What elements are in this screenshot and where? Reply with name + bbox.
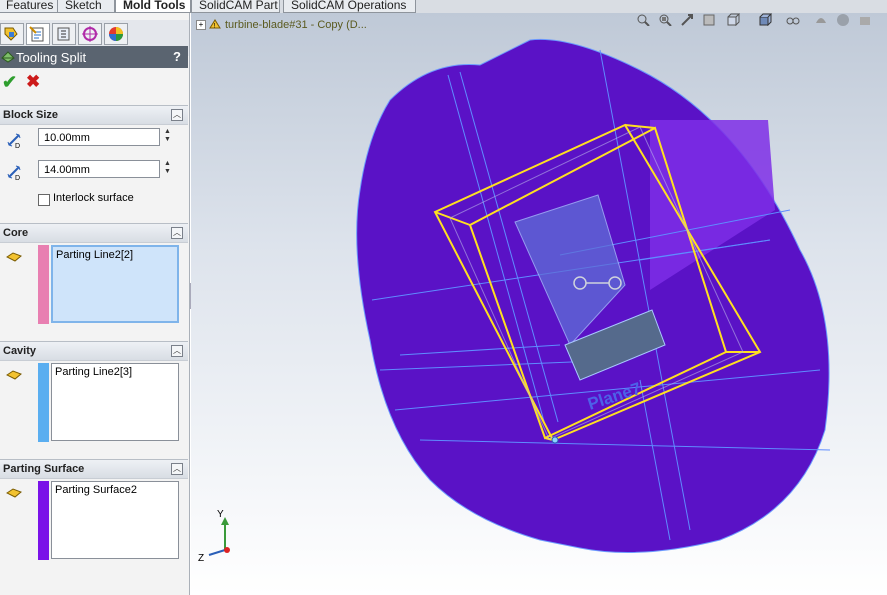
configuration-manager-tab[interactable] xyxy=(52,23,76,45)
depth-direction-1-icon[interactable]: D xyxy=(5,131,23,149)
tab-sketch[interactable]: Sketch xyxy=(57,0,115,13)
property-manager-icon xyxy=(29,26,44,42)
command-manager-tabs: Features Sketch Mold Tools SolidCAM Part… xyxy=(0,0,887,13)
depth-direction-2-icon[interactable]: D xyxy=(5,163,23,181)
core-title: Core xyxy=(3,227,29,239)
block-depth-2-spinner[interactable]: ▲ ▼ xyxy=(164,160,174,178)
property-manager-tab[interactable] xyxy=(26,23,50,45)
block-size-title: Block Size xyxy=(3,109,59,121)
interlock-surface-checkbox[interactable] xyxy=(38,194,50,206)
block-depth-1-spinner[interactable]: ▲ ▼ xyxy=(164,128,174,146)
cavity-title: Cavity xyxy=(3,345,37,357)
core-selection-list[interactable]: Parting Line2[2] xyxy=(51,245,179,323)
core-group-header[interactable]: Core ︿ xyxy=(0,223,188,243)
tooling-split-icon xyxy=(1,51,15,63)
collapse-icon[interactable]: ︿ xyxy=(171,345,183,357)
display-manager-icon xyxy=(109,27,123,41)
cavity-group-header[interactable]: Cavity ︿ xyxy=(0,341,188,361)
dimxpert-icon xyxy=(82,26,98,42)
list-item[interactable]: Parting Line2[2] xyxy=(56,249,133,261)
origin-point xyxy=(551,436,559,444)
feature-manager-tab[interactable] xyxy=(0,23,24,45)
help-button[interactable]: ? xyxy=(173,49,181,64)
parting-surface-color-swatch xyxy=(38,481,49,560)
tab-solidcam-part[interactable]: SolidCAM Part xyxy=(191,0,280,13)
tab-solidcam-operations[interactable]: SolidCAM Operations xyxy=(283,0,416,13)
interlock-surface-label: Interlock surface xyxy=(53,192,134,204)
configuration-icon xyxy=(57,27,70,41)
block-size-group-header[interactable]: Block Size ︿ xyxy=(0,105,188,125)
parting-surface-body-icon xyxy=(6,488,22,498)
parting-surface-group-header[interactable]: Parting Surface ︿ xyxy=(0,459,188,479)
cavity-color-swatch xyxy=(38,363,49,442)
property-manager-header: Tooling Split ? xyxy=(0,46,188,68)
block-depth-1-input[interactable]: 10.00mm xyxy=(38,128,160,146)
tab-mold-tools[interactable]: Mold Tools xyxy=(115,0,191,13)
cavity-selection-list[interactable]: Parting Line2[3] xyxy=(51,363,179,441)
model-view: Plane7 xyxy=(356,38,831,553)
feature-tree-icon xyxy=(4,27,18,41)
core-body-icon xyxy=(6,252,22,262)
property-manager-panel: Tooling Split ? ✔ ✖ Block Size ︿ D 10.00… xyxy=(0,13,190,595)
svg-text:D: D xyxy=(15,143,20,149)
dimxpert-tab[interactable] xyxy=(78,23,102,45)
collapse-icon[interactable]: ︿ xyxy=(171,109,183,121)
cavity-body-icon xyxy=(6,370,22,380)
ok-button[interactable]: ✔ xyxy=(2,72,18,92)
collapse-icon[interactable]: ︿ xyxy=(171,227,183,239)
triad-y-label: Y xyxy=(217,509,224,520)
core-color-swatch xyxy=(38,245,49,324)
tab-features[interactable]: Features xyxy=(0,0,58,13)
block-depth-2-input[interactable]: 14.00mm xyxy=(38,160,160,178)
graphics-viewport[interactable]: + ! turbine-blade#31 - Copy (D... Plane7… xyxy=(191,13,887,595)
list-item[interactable]: Parting Surface2 xyxy=(55,484,137,496)
property-manager-title: Tooling Split xyxy=(16,50,87,65)
collapse-icon[interactable]: ︿ xyxy=(171,463,183,475)
reference-triad: Y Z xyxy=(198,509,230,564)
cancel-button[interactable]: ✖ xyxy=(26,72,42,91)
parting-surface-selection-list[interactable]: Parting Surface2 xyxy=(51,481,179,559)
triad-z-label: Z xyxy=(198,553,204,564)
list-item[interactable]: Parting Line2[3] xyxy=(55,366,132,378)
parting-surface-title: Parting Surface xyxy=(3,463,85,475)
svg-text:D: D xyxy=(15,175,20,181)
display-manager-tab[interactable] xyxy=(104,23,128,45)
